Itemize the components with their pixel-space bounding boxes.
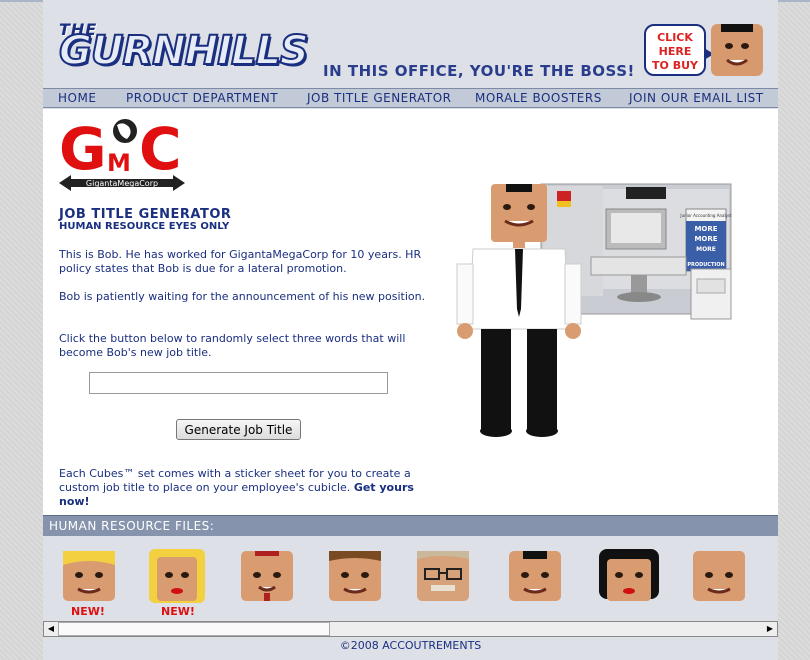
buy-line-2: HERE (658, 45, 692, 58)
svg-text:C: C (139, 115, 182, 183)
job-title-result-field[interactable] (89, 372, 388, 394)
page-title: JOB TITLE GENERATOR (59, 207, 232, 222)
promo-text: Each Cubes™ set comes with a sticker she… (59, 467, 424, 509)
hr-file-glasses-mustache[interactable] (415, 547, 471, 603)
hr-file-brown-hair[interactable] (327, 547, 383, 603)
generate-job-title-button[interactable]: Generate Job Title (176, 419, 301, 440)
poster-line-1: MORE (694, 225, 717, 233)
cubicle-nameplate: Junior Accounting Analyst (679, 213, 732, 218)
waiting-paragraph: Bob is patiently waiting for the announc… (59, 290, 426, 303)
nav-email-list[interactable]: JOIN OUR EMAIL LIST (629, 91, 764, 105)
hr-file-bald-goatee[interactable] (239, 547, 295, 603)
page-subtitle: HUMAN RESOURCE EYES ONLY (59, 221, 230, 232)
main-content: G M C GigantaMegaCorp JOB TITLE GENERATO… (43, 109, 778, 515)
scroll-right-icon[interactable]: ▶ (763, 622, 777, 636)
bob-figure-and-cubicle-image: Junior Accounting Analyst MORE MORE MORE… (451, 169, 741, 449)
instructions-paragraph: Click the button below to randomly selec… (59, 332, 406, 359)
nav-product-department[interactable]: PRODUCT DEPARTMENT (126, 91, 278, 105)
hr-file-black-hair[interactable] (507, 547, 563, 603)
main-nav: HOME PRODUCT DEPARTMENT JOB TITLE GENERA… (43, 88, 778, 108)
page-container: THE GURNHILLS IN THIS OFFICE, YOU'RE THE… (43, 0, 778, 660)
buy-line-1: CLICK (657, 31, 693, 44)
hr-file-bald[interactable] (691, 547, 747, 603)
gmc-name: GigantaMegaCorp (86, 179, 158, 188)
poster-line-4: PRODUCTION (687, 262, 724, 268)
hr-files-scrollbar[interactable]: ◀ ▶ (43, 621, 778, 637)
hr-file-blonde-short[interactable] (61, 547, 117, 603)
intro-paragraph: This is Bob. He has worked for GigantaMe… (59, 248, 422, 275)
gmc-logo: G M C GigantaMegaCorp (57, 113, 187, 195)
hr-files-strip (43, 537, 778, 621)
buy-line-3: TO BUY (652, 59, 698, 72)
hr-file-black-long-hair[interactable] (599, 547, 659, 603)
new-badge-2: NEW! (161, 605, 195, 618)
hr-files-header: HUMAN RESOURCE FILES: (43, 515, 778, 536)
tagline: IN THIS OFFICE, YOU'RE THE BOSS! (323, 62, 635, 80)
site-header: THE GURNHILLS IN THIS OFFICE, YOU'RE THE… (43, 0, 778, 88)
poster-line-2: MORE (694, 235, 717, 243)
nav-home[interactable]: HOME (58, 91, 96, 105)
footer-copyright: ©2008 ACCOUTREMENTS (339, 639, 482, 652)
new-badge-1: NEW! (71, 605, 105, 618)
nav-job-title-generator[interactable]: JOB TITLE GENERATOR (307, 91, 452, 105)
hr-file-blonde-long[interactable] (149, 547, 205, 603)
svg-text:G: G (59, 115, 107, 183)
click-to-buy-button[interactable]: CLICK HERE TO BUY (644, 24, 714, 76)
svg-text:M: M (107, 149, 131, 177)
bob-face-thumbnail[interactable] (711, 24, 763, 76)
scroll-left-icon[interactable]: ◀ (44, 622, 58, 636)
site-logo[interactable]: GURNHILLS (58, 27, 310, 75)
poster-line-3: MORE (696, 246, 716, 253)
nav-morale-boosters[interactable]: MORALE BOOSTERS (475, 91, 602, 105)
scroll-thumb[interactable] (58, 622, 330, 636)
